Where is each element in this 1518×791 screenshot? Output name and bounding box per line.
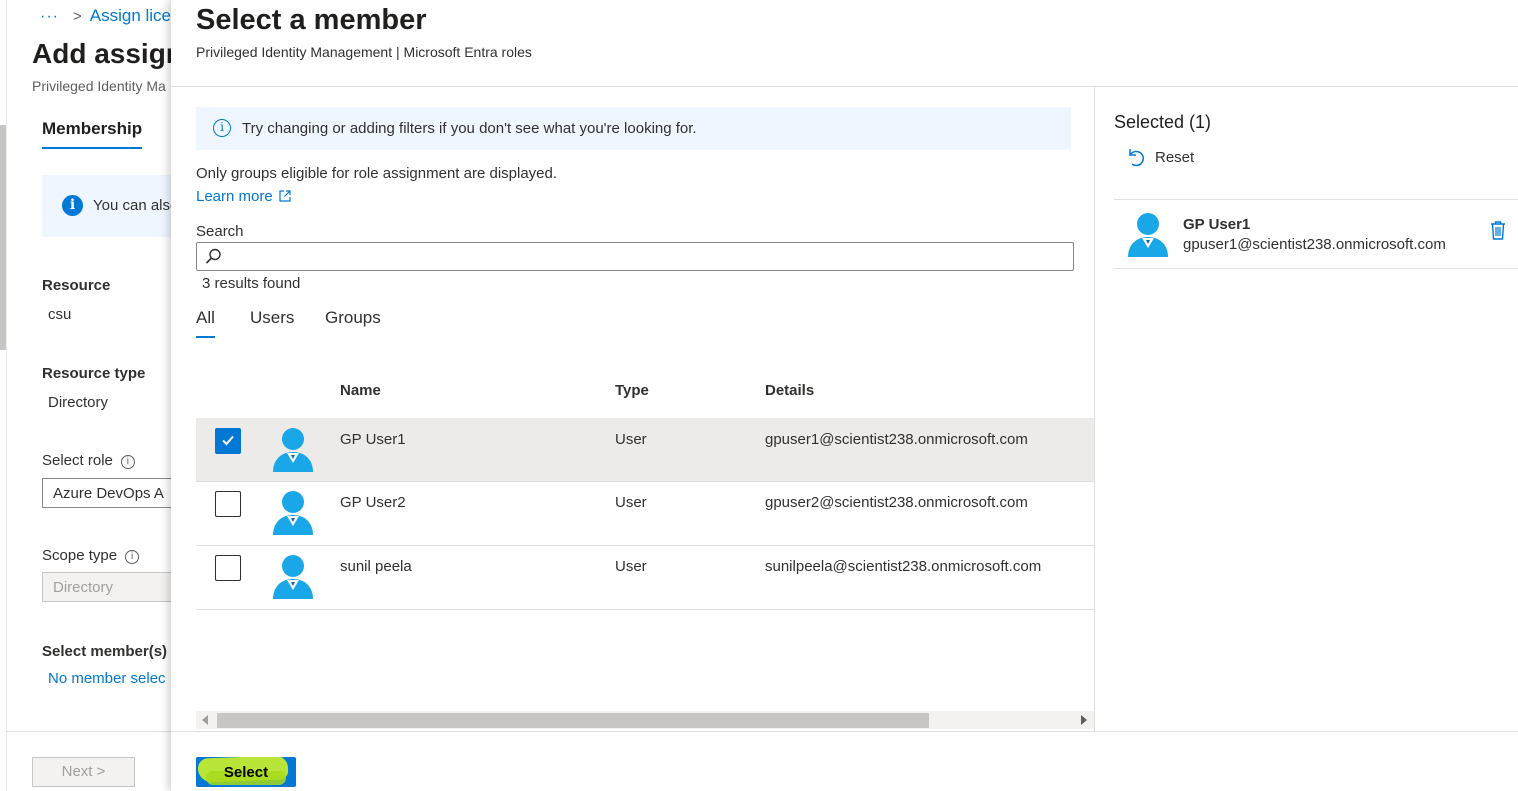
select-role-label-row: Select role i (42, 452, 135, 469)
breadcrumb: ··· > Assign lice (40, 6, 171, 26)
breadcrumb-link[interactable]: Assign lice (90, 6, 171, 25)
resource-type-label: Resource type (42, 365, 146, 382)
table-row[interactable]: GP User1 User gpuser1@scientist238.onmic… (196, 418, 1094, 482)
selected-count-title: Selected (1) (1114, 112, 1212, 132)
user-avatar-icon (273, 428, 313, 472)
external-link-icon (279, 190, 291, 202)
row-name: GP User2 (340, 494, 406, 511)
selected-divider (1114, 199, 1518, 200)
chevron-right-icon: > (72, 8, 82, 25)
search-input[interactable] (229, 246, 1059, 267)
panel-title: Select a member (196, 4, 427, 36)
user-avatar-icon (1128, 213, 1168, 257)
search-label: Search (196, 223, 244, 240)
row-checkbox[interactable] (215, 491, 241, 517)
scope-type-label-row: Scope type i (42, 547, 140, 564)
row-checkbox[interactable] (215, 428, 241, 454)
resource-value: csu (48, 306, 72, 323)
learn-more-label[interactable]: Learn more (196, 188, 273, 205)
selected-item-email: gpuser1@scientist238.onmicrosoft.com (1183, 236, 1446, 253)
table-row[interactable]: sunil peela User sunilpeela@scientist238… (196, 546, 1094, 610)
footer-divider (171, 731, 1518, 732)
scroll-left-arrow-icon[interactable] (202, 715, 208, 725)
selected-item-name: GP User1 (1183, 216, 1251, 233)
pane-divider (1094, 87, 1095, 731)
undo-icon (1129, 149, 1144, 167)
row-type: User (615, 558, 647, 575)
select-member-panel: Select a member Privileged Identity Mana… (171, 0, 1518, 791)
user-avatar-icon (273, 555, 313, 599)
footer-divider (6, 731, 176, 732)
info-banner: i You can also (42, 175, 182, 237)
checkmark-icon (222, 435, 234, 446)
filter-info-banner: i Try changing or adding filters if you … (196, 107, 1071, 150)
info-icon: i (62, 195, 83, 216)
page-subtitle: Privileged Identity Ma (32, 78, 166, 94)
user-avatar-icon (273, 491, 313, 535)
next-button: Next > (32, 757, 135, 787)
resource-type-value: Directory (48, 394, 109, 411)
no-member-selected-link[interactable]: No member selec (48, 670, 166, 687)
scope-type-label: Scope type (42, 547, 118, 564)
tab-membership[interactable]: Membership (42, 119, 143, 149)
row-details: gpuser2@scientist238.onmicrosoft.com (765, 494, 1028, 511)
page-title: Add assign (32, 38, 183, 69)
tab-groups[interactable]: Groups (325, 308, 381, 336)
panel-subtitle: Privileged Identity Management | Microso… (196, 44, 532, 60)
row-type: User (615, 494, 647, 511)
resource-label: Resource (42, 277, 111, 294)
filter-info-text: Try changing or adding filters if you do… (242, 120, 697, 137)
header-divider (171, 86, 1518, 87)
select-button-label[interactable]: Select (224, 764, 268, 781)
background-divider (6, 0, 7, 791)
row-details: gpuser1@scientist238.onmicrosoft.com (765, 431, 1028, 448)
eligible-groups-note: Only groups eligible for role assignment… (196, 165, 558, 182)
info-icon[interactable]: i (125, 550, 140, 564)
scroll-right-arrow-icon[interactable] (1081, 715, 1087, 725)
column-header-name[interactable]: Name (340, 382, 381, 399)
results-count: 3 results found (202, 275, 301, 292)
select-role-dropdown[interactable]: Azure DevOps A (42, 478, 182, 508)
tab-all[interactable]: All (196, 308, 215, 338)
breadcrumb-ellipsis[interactable]: ··· (40, 8, 59, 25)
row-name: GP User1 (340, 431, 406, 448)
info-banner-text: You can also (93, 197, 179, 214)
learn-more-link[interactable]: Learn more (196, 188, 291, 205)
horizontal-scrollbar[interactable] (196, 711, 1094, 729)
search-box[interactable] (196, 242, 1074, 271)
search-icon (205, 248, 221, 264)
column-header-type[interactable]: Type (615, 382, 649, 399)
reset-label[interactable]: Reset (1155, 149, 1194, 166)
info-icon: i (213, 119, 231, 137)
column-header-details[interactable]: Details (765, 382, 814, 399)
row-details: sunilpeela@scientist238.onmicrosoft.com (765, 558, 1042, 575)
tab-users[interactable]: Users (250, 308, 294, 336)
trash-icon[interactable] (1490, 220, 1506, 240)
info-icon[interactable]: i (120, 455, 135, 469)
scrollbar-thumb[interactable] (217, 713, 929, 728)
row-type: User (615, 431, 647, 448)
row-checkbox[interactable] (215, 555, 241, 581)
select-members-label: Select member(s) (42, 643, 168, 660)
selected-divider (1114, 268, 1518, 269)
select-button[interactable]: Select (196, 757, 296, 787)
row-name: sunil peela (340, 558, 412, 575)
table-row[interactable]: GP User2 User gpuser2@scientist238.onmic… (196, 482, 1094, 546)
scope-type-dropdown: Directory (42, 572, 182, 602)
select-role-label: Select role (42, 452, 113, 469)
